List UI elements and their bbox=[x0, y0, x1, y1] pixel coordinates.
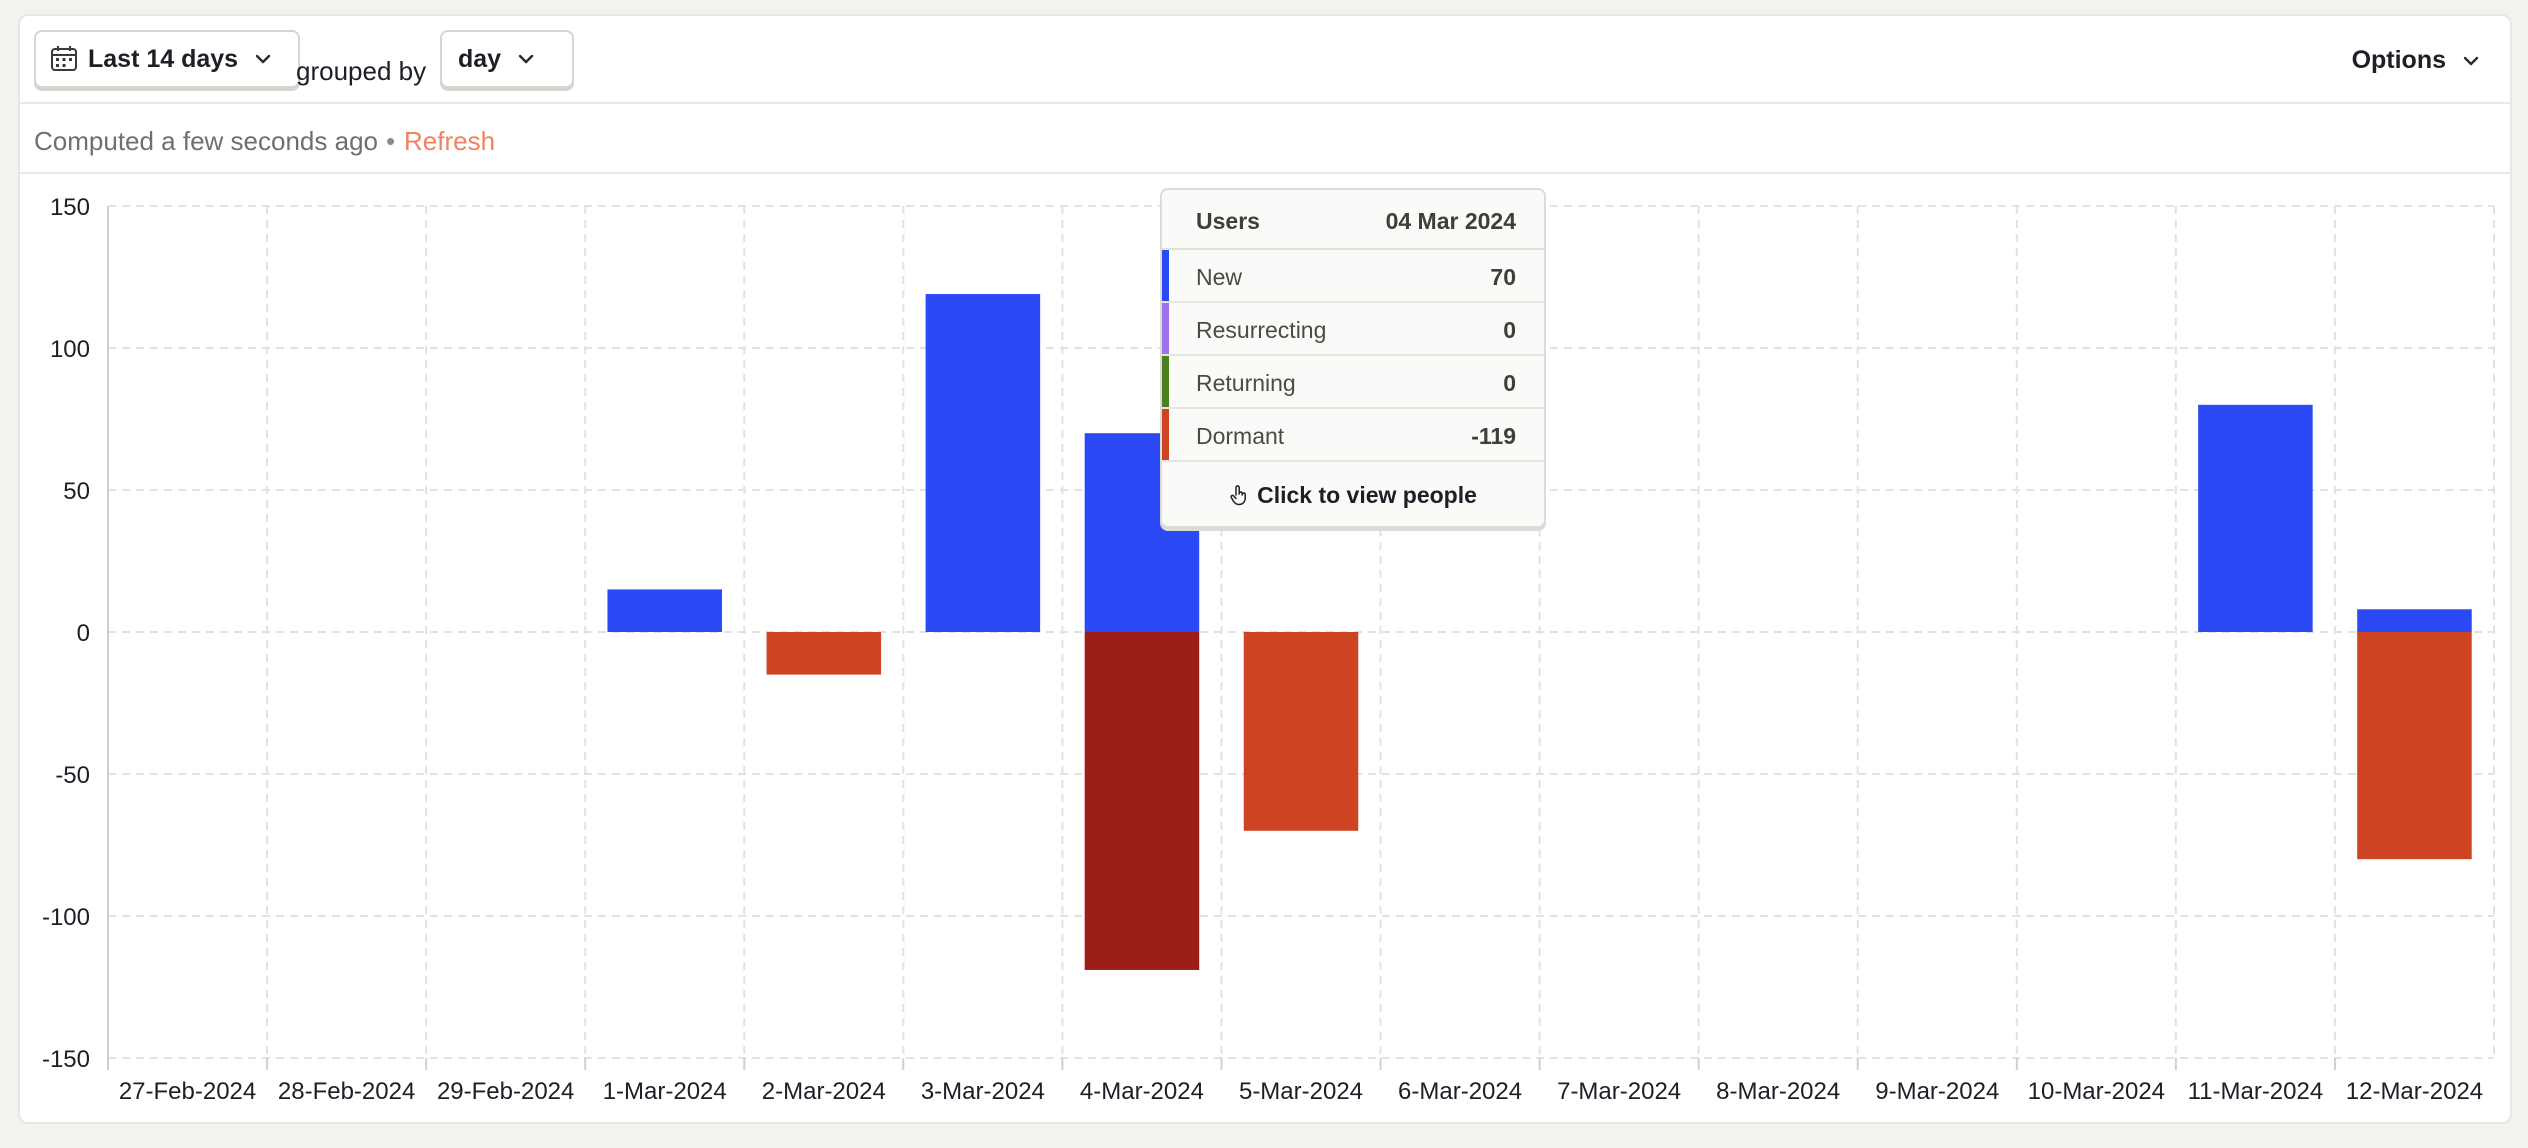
x-tick-label: 28-Feb-2024 bbox=[278, 1078, 415, 1105]
pointer-hand-icon bbox=[1230, 485, 1247, 506]
tooltip-date: 04 Mar 2024 bbox=[1385, 208, 1516, 234]
y-tick-label: -150 bbox=[42, 1046, 90, 1073]
series-value: 0 bbox=[1503, 317, 1516, 343]
x-tick-label: 9-Mar-2024 bbox=[1875, 1078, 1999, 1105]
tooltip-title: Users bbox=[1196, 208, 1260, 234]
x-tick-label: 2-Mar-2024 bbox=[762, 1078, 886, 1105]
y-tick-label: -50 bbox=[55, 762, 90, 789]
series-value: 70 bbox=[1490, 264, 1516, 290]
x-tick-label: 29-Feb-2024 bbox=[437, 1078, 574, 1105]
series-name: Dormant bbox=[1196, 423, 1285, 449]
x-tick-label: 8-Mar-2024 bbox=[1716, 1078, 1840, 1105]
x-tick-label: 10-Mar-2024 bbox=[2028, 1078, 2165, 1105]
series-swatch bbox=[1162, 250, 1169, 301]
x-tick-label: 11-Mar-2024 bbox=[2188, 1078, 2324, 1105]
bar-new bbox=[607, 589, 722, 632]
bar-new bbox=[2198, 404, 2313, 632]
x-tick-label: 12-Mar-2024 bbox=[2346, 1078, 2483, 1105]
x-tick-label: 6-Mar-2024 bbox=[1398, 1078, 1522, 1105]
series-value: 0 bbox=[1503, 370, 1516, 396]
chart-tooltip: Users 04 Mar 2024 New 70 Resurrecting 0 … bbox=[1160, 188, 1546, 528]
x-tick-label: 1-Mar-2024 bbox=[603, 1078, 727, 1105]
bar-dormant bbox=[1243, 632, 1359, 831]
view-people-label: Click to view people bbox=[1257, 481, 1477, 508]
series-swatch bbox=[1162, 409, 1169, 460]
bar-dormant bbox=[1084, 632, 1200, 970]
y-tick-label: 0 bbox=[77, 620, 90, 647]
x-tick-label: 4-Mar-2024 bbox=[1080, 1078, 1204, 1105]
series-name: New bbox=[1196, 264, 1243, 290]
lifecycle-chart: 150 100 50 0 -50 -100 -150 27-Feb-2024 28-Feb-20… bbox=[42, 194, 2495, 1105]
tooltip-row-resurrecting: Resurrecting 0 bbox=[1162, 303, 1544, 356]
view-people-button[interactable]: Click to view people bbox=[1162, 462, 1544, 526]
y-tick-label: 100 bbox=[50, 336, 90, 363]
x-tick-label: 7-Mar-2024 bbox=[1557, 1078, 1681, 1105]
series-name: Resurrecting bbox=[1196, 317, 1327, 343]
tooltip-row-returning: Returning 0 bbox=[1162, 356, 1544, 409]
x-tick-label: 5-Mar-2024 bbox=[1239, 1078, 1363, 1105]
series-value: -119 bbox=[1471, 423, 1516, 449]
bar-new bbox=[2357, 609, 2472, 632]
tooltip-row-new: New 70 bbox=[1162, 250, 1544, 303]
y-tick-label: 50 bbox=[63, 478, 90, 505]
series-name: Returning bbox=[1196, 370, 1296, 396]
x-tick-label: 27-Feb-2024 bbox=[119, 1078, 256, 1105]
y-tick-label: -100 bbox=[42, 904, 90, 931]
bar-dormant bbox=[2357, 632, 2472, 860]
tooltip-header: Users 04 Mar 2024 bbox=[1162, 190, 1544, 250]
tooltip-row-dormant: Dormant -119 bbox=[1162, 409, 1544, 462]
bar-new bbox=[925, 294, 1041, 632]
bar-dormant bbox=[766, 632, 882, 675]
y-tick-label: 150 bbox=[50, 194, 90, 221]
x-tick-label: 3-Mar-2024 bbox=[921, 1078, 1045, 1105]
series-swatch bbox=[1162, 356, 1169, 407]
series-swatch bbox=[1162, 303, 1169, 354]
